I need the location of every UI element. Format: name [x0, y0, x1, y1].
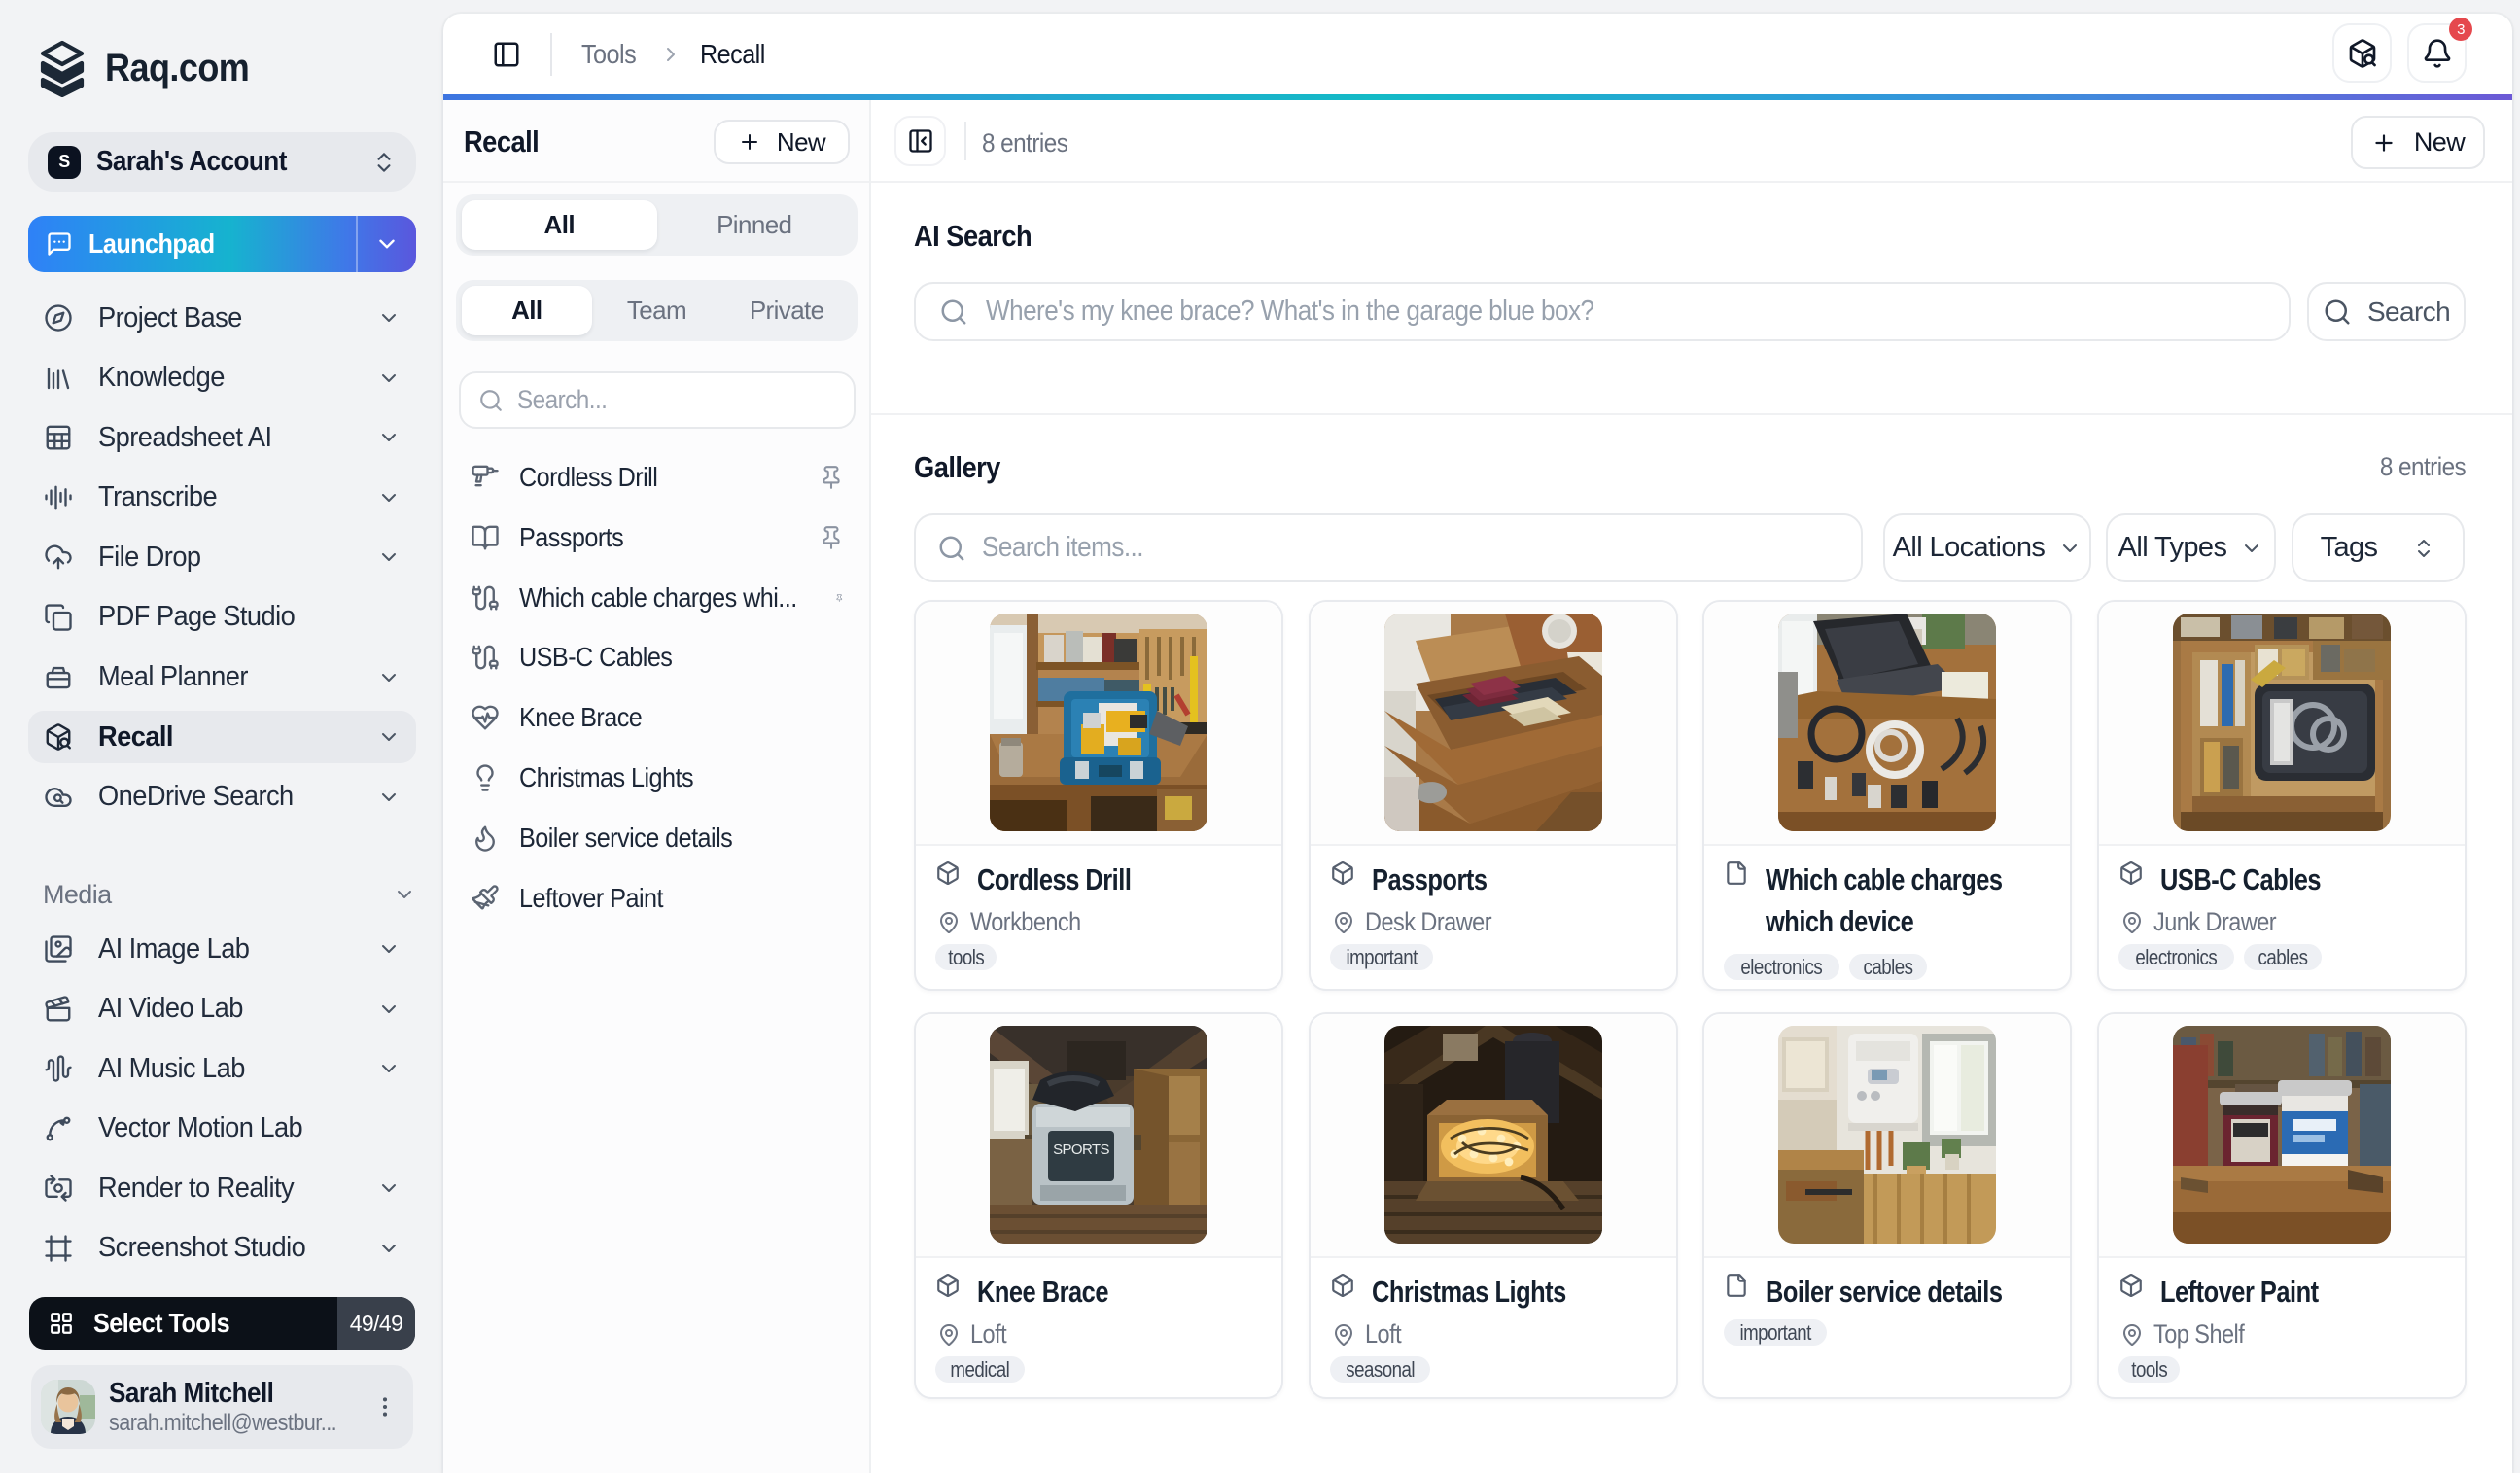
svg-text:SPORTS: SPORTS	[1053, 1141, 1109, 1158]
